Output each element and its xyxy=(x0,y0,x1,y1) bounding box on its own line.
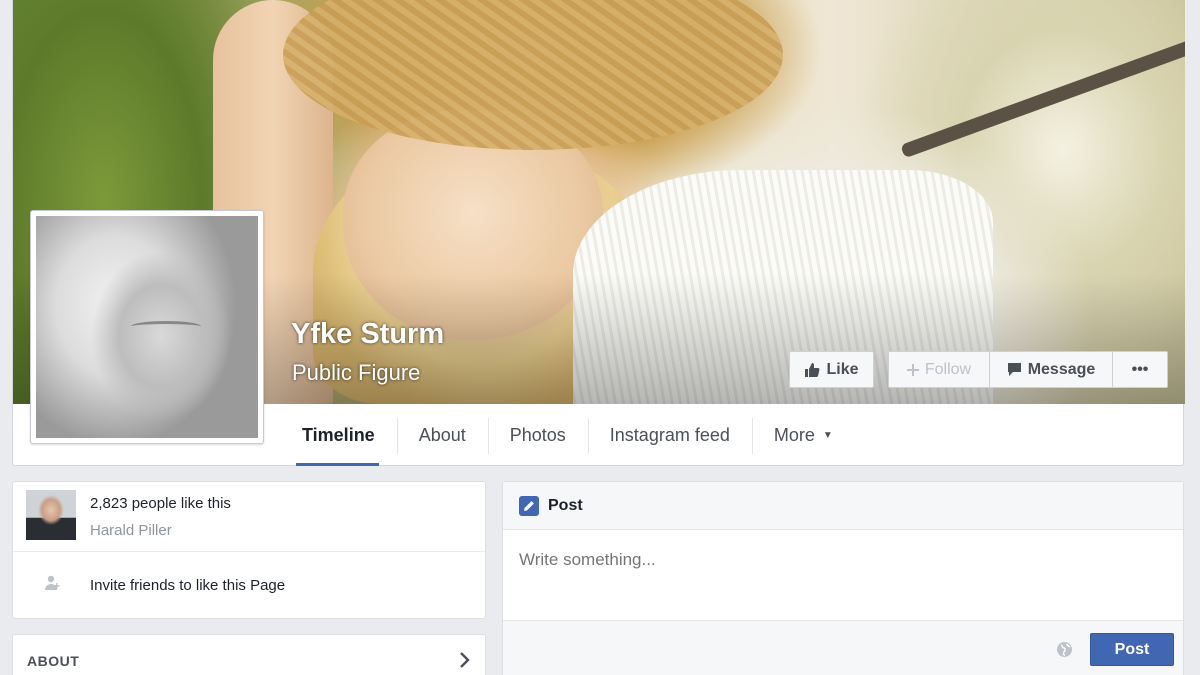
composer-header[interactable]: Post xyxy=(503,482,1183,530)
invite-friends-row[interactable]: Invite friends to like this Page xyxy=(13,552,485,620)
tab-timeline[interactable]: Timeline xyxy=(280,404,397,466)
profile-picture-image xyxy=(36,216,258,438)
composer-footer: Post xyxy=(503,620,1183,675)
globe-icon[interactable] xyxy=(1056,641,1073,663)
friend-who-likes[interactable]: Harald Piller xyxy=(90,522,172,539)
tab-photos[interactable]: Photos xyxy=(487,404,588,466)
tab-label: About xyxy=(418,424,466,445)
person-add-icon xyxy=(43,574,61,597)
message-label: Message xyxy=(1027,360,1096,378)
chevron-right-icon[interactable] xyxy=(459,651,471,674)
page-name[interactable]: Yfke Sturm xyxy=(291,318,444,351)
likes-card: 2,823 people like this Harald Piller Inv… xyxy=(12,481,486,619)
like-button[interactable]: Like xyxy=(789,351,874,388)
pencil-icon xyxy=(519,495,539,516)
message-button[interactable]: Message xyxy=(990,351,1113,388)
thumbs-up-icon xyxy=(804,362,820,378)
about-title: ABOUT xyxy=(27,653,80,669)
likes-row[interactable]: 2,823 people like this Harald Piller xyxy=(13,482,485,552)
like-label: Like xyxy=(826,360,859,378)
page-tabs: Timeline About Photos Instagram feed Mor… xyxy=(280,404,855,466)
tab-instagram-feed[interactable]: Instagram feed xyxy=(587,404,752,466)
caret-down-icon: ▼ xyxy=(822,429,833,441)
invite-friends-text: Invite friends to like this Page xyxy=(90,577,286,594)
speech-bubble-icon xyxy=(1007,362,1022,377)
tab-label: Instagram feed xyxy=(609,424,730,445)
cover-photo-hat xyxy=(283,0,783,150)
cover-photo-hammock-rope xyxy=(900,35,1185,159)
tab-about[interactable]: About xyxy=(396,404,488,466)
tab-label: Photos xyxy=(509,424,566,445)
follow-label: Follow xyxy=(924,360,972,378)
avatar[interactable] xyxy=(26,490,76,540)
plus-icon xyxy=(906,363,919,376)
profile-picture[interactable] xyxy=(30,210,264,444)
composer-title: Post xyxy=(548,496,583,514)
tab-label: Timeline xyxy=(302,424,375,445)
page-action-group: Follow Message ••• xyxy=(888,351,1168,388)
composer-input[interactable] xyxy=(519,550,1159,570)
tab-more[interactable]: More ▼ xyxy=(751,404,855,466)
tab-label: More xyxy=(773,424,815,445)
ellipsis-icon: ••• xyxy=(1131,360,1149,378)
follow-button[interactable]: Follow xyxy=(888,351,990,388)
more-actions-button[interactable]: ••• xyxy=(1113,351,1168,388)
post-composer: Post Post xyxy=(502,481,1184,675)
page-category[interactable]: Public Figure xyxy=(292,360,420,386)
post-button[interactable]: Post xyxy=(1090,633,1174,666)
about-card[interactable]: ABOUT xyxy=(12,634,486,675)
likes-count[interactable]: 2,823 people like this xyxy=(90,495,231,512)
